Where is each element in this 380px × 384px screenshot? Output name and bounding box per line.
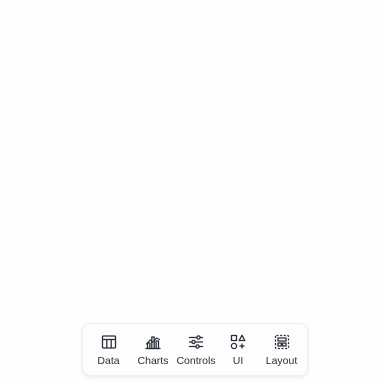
component-toolbar: Data Charts Controls UI Layout — [82, 323, 308, 376]
toolbar-item-label: Data — [97, 355, 120, 367]
toolbar-item-label: Charts — [137, 355, 169, 367]
blank-canvas: Data Charts Controls UI Layout — [0, 0, 380, 384]
toolbar-item-label: Layout — [265, 355, 298, 367]
toolbar-item-label: UI — [232, 355, 244, 367]
toolbar-item-label: Controls — [176, 355, 216, 367]
toolbar-item-layout[interactable]: Layout — [256, 324, 307, 375]
toolbar-item-data[interactable]: Data — [83, 324, 134, 375]
sliders-icon — [187, 333, 205, 351]
toolbar-item-controls[interactable]: Controls — [172, 324, 220, 375]
bar-chart-icon — [144, 333, 162, 351]
layout-icon — [273, 333, 291, 351]
toolbar-item-charts[interactable]: Charts — [134, 324, 172, 375]
shapes-icon — [229, 333, 247, 351]
toolbar-item-ui[interactable]: UI — [220, 324, 256, 375]
table-icon — [100, 333, 118, 351]
